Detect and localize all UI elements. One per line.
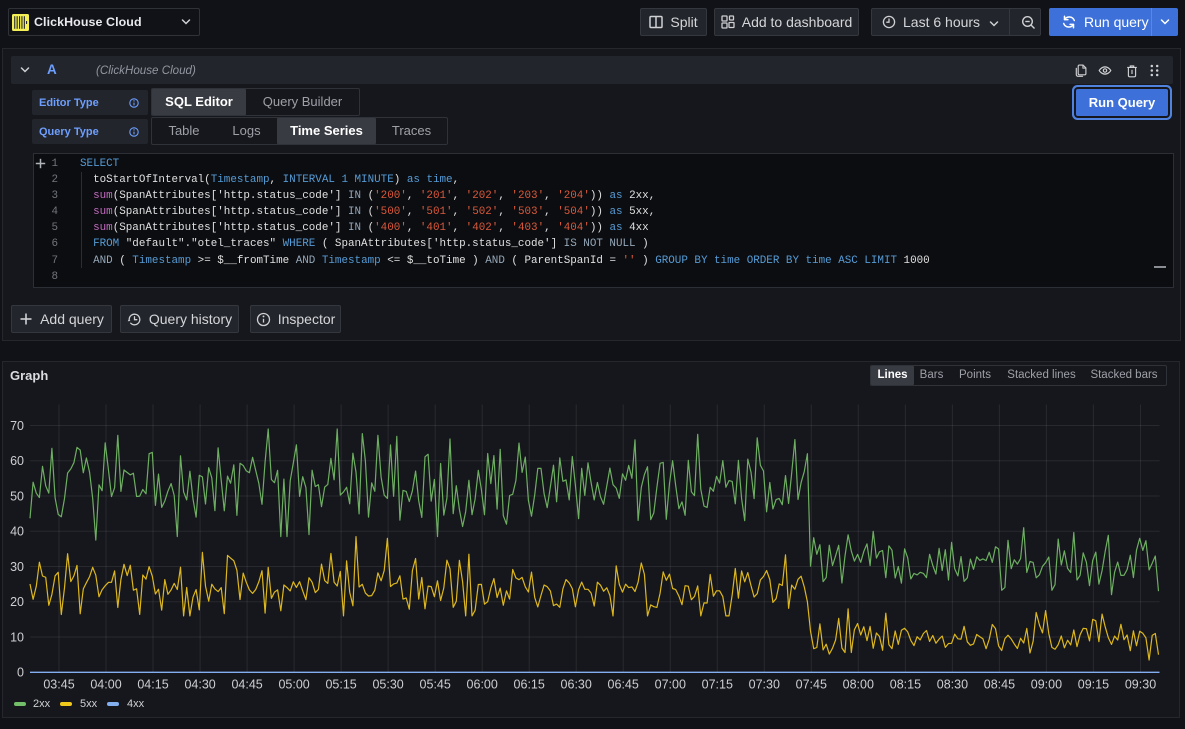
svg-text:0: 0: [17, 666, 24, 680]
svg-text:03:45: 03:45: [43, 678, 74, 692]
svg-text:05:15: 05:15: [325, 678, 356, 692]
svg-text:08:45: 08:45: [984, 678, 1015, 692]
svg-text:04:15: 04:15: [137, 678, 168, 692]
svg-text:20: 20: [10, 595, 24, 609]
svg-text:05:45: 05:45: [420, 678, 451, 692]
svg-text:60: 60: [10, 454, 24, 468]
svg-text:05:30: 05:30: [372, 678, 403, 692]
svg-text:04:00: 04:00: [90, 678, 121, 692]
svg-text:40: 40: [10, 525, 24, 539]
svg-text:06:45: 06:45: [608, 678, 639, 692]
svg-text:04:45: 04:45: [231, 678, 262, 692]
svg-text:09:00: 09:00: [1031, 678, 1062, 692]
svg-text:06:15: 06:15: [514, 678, 545, 692]
svg-text:07:00: 07:00: [655, 678, 686, 692]
svg-text:06:30: 06:30: [561, 678, 592, 692]
svg-text:50: 50: [10, 489, 24, 503]
svg-text:30: 30: [10, 560, 24, 574]
svg-text:08:00: 08:00: [843, 678, 874, 692]
svg-text:05:00: 05:00: [278, 678, 309, 692]
svg-text:08:30: 08:30: [937, 678, 968, 692]
svg-text:04:30: 04:30: [184, 678, 215, 692]
svg-text:07:30: 07:30: [749, 678, 780, 692]
svg-text:70: 70: [10, 419, 24, 433]
svg-text:07:45: 07:45: [796, 678, 827, 692]
svg-text:06:00: 06:00: [467, 678, 498, 692]
svg-text:09:15: 09:15: [1078, 678, 1109, 692]
svg-text:10: 10: [10, 630, 24, 644]
svg-text:08:15: 08:15: [890, 678, 921, 692]
svg-text:07:15: 07:15: [702, 678, 733, 692]
svg-text:09:30: 09:30: [1125, 678, 1156, 692]
